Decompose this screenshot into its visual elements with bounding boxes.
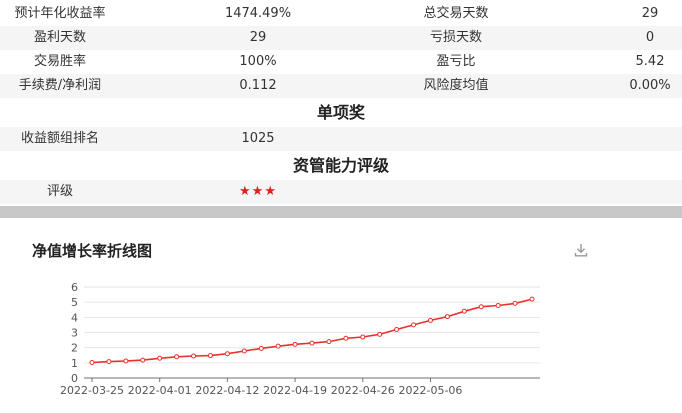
award-value: 1025 xyxy=(241,131,275,146)
stat-label: 盈亏比 xyxy=(436,54,476,69)
data-point xyxy=(106,359,112,365)
data-point xyxy=(377,331,383,337)
data-point xyxy=(275,343,281,349)
data-point xyxy=(495,303,501,309)
stat-label: 手续费/净利润 xyxy=(18,78,102,93)
data-point xyxy=(411,322,417,328)
rating-stars: ★★★ xyxy=(239,184,277,199)
data-point xyxy=(309,340,315,346)
data-point xyxy=(89,360,95,366)
stats-row: 交易胜率 100% 盈亏比 5.42 xyxy=(0,50,682,74)
data-point xyxy=(123,358,129,364)
data-point xyxy=(174,354,180,360)
stat-value: 29 xyxy=(641,6,659,21)
stat-label: 交易胜率 xyxy=(33,54,86,69)
y-tick-label: 4 xyxy=(71,311,78,324)
data-point xyxy=(394,326,400,332)
data-point xyxy=(191,353,197,359)
data-point xyxy=(427,317,433,323)
data-point xyxy=(241,348,247,354)
award-row: 收益额组排名 1025 xyxy=(0,127,682,151)
x-tick-label: 2022-04-26 xyxy=(331,384,395,397)
stat-label: 亏损天数 xyxy=(429,30,482,45)
stats-row: 预计年化收益率 1474.49% 总交易天数 29 xyxy=(0,2,682,26)
data-point xyxy=(224,351,230,357)
chart-card: 净值增长率折线图 0 1 2 3 4 5 6 2022-03-25 2022-04-01 2022… xyxy=(0,218,682,413)
stat-value: 0 xyxy=(645,30,655,45)
x-tick-label: 2022-04-19 xyxy=(263,384,327,397)
data-point xyxy=(512,300,518,306)
data-point xyxy=(444,314,450,320)
data-point xyxy=(207,353,213,359)
x-tick-label: 2022-04-01 xyxy=(128,384,192,397)
y-tick-label: 3 xyxy=(71,327,78,340)
data-point xyxy=(461,308,467,314)
stat-label: 风险度均值 xyxy=(423,78,489,93)
series-line xyxy=(91,298,533,364)
stats-row: 盈利天数 29 亏损天数 0 xyxy=(0,26,682,50)
rating-label: 评级 xyxy=(46,184,73,199)
rating-row: 评级 ★★★ xyxy=(0,180,682,204)
stat-value: 0.00% xyxy=(629,78,671,93)
rating-section-title: 资管能力评级 xyxy=(292,156,389,175)
data-point xyxy=(478,304,484,310)
stats-row: 手续费/净利润 0.112 风险度均值 0.00% xyxy=(0,74,682,98)
y-tick-label: 2 xyxy=(71,342,78,355)
data-point xyxy=(343,335,349,341)
x-tick-label: 2022-05-06 xyxy=(398,384,462,397)
section-divider xyxy=(0,206,682,218)
stat-value: 1474.49% xyxy=(224,6,292,21)
data-point xyxy=(157,355,163,361)
award-label: 收益额组排名 xyxy=(20,131,99,146)
x-tick-label: 2022-04-12 xyxy=(195,384,259,397)
data-point xyxy=(258,345,264,351)
stat-value: 100% xyxy=(239,54,277,69)
stat-value: 5.42 xyxy=(635,54,665,69)
stat-label: 预计年化收益率 xyxy=(14,6,106,21)
data-point xyxy=(140,357,146,363)
y-tick-label: 5 xyxy=(71,296,78,309)
y-tick-label: 1 xyxy=(71,357,78,370)
data-point xyxy=(292,341,298,347)
data-point xyxy=(360,334,366,340)
stat-value: 0.112 xyxy=(239,78,277,93)
award-section-title: 单项奖 xyxy=(316,103,365,122)
x-tick-label: 2022-03-25 xyxy=(60,384,124,397)
y-tick-label: 6 xyxy=(71,281,78,294)
stat-label: 总交易天数 xyxy=(423,6,489,21)
data-point xyxy=(529,296,535,302)
stat-label: 盈利天数 xyxy=(33,30,86,45)
line-chart: 01234562022-03-25 2022-04-01 2022-04-12 202… xyxy=(60,281,540,397)
stat-value: 29 xyxy=(249,30,267,45)
data-point xyxy=(326,339,332,345)
